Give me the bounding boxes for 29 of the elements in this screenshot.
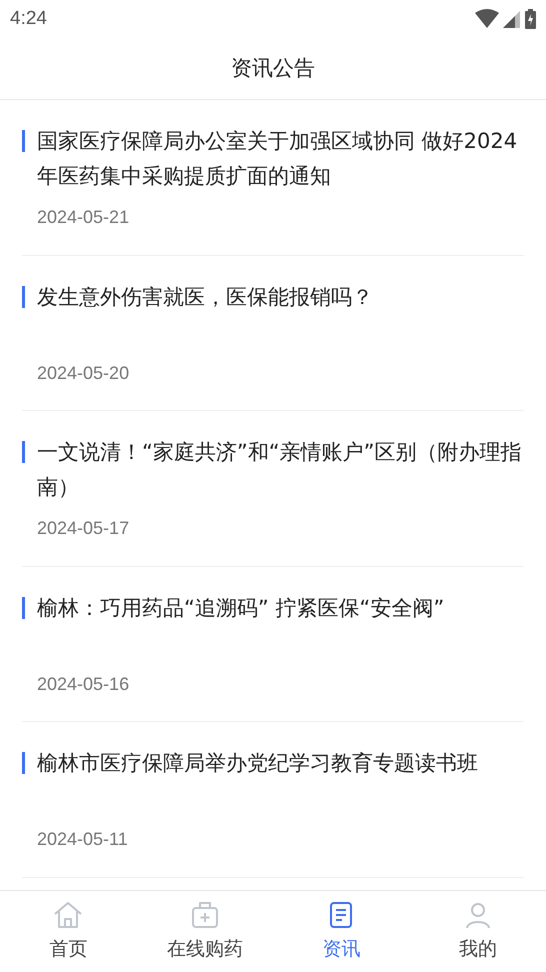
tab[interactable]: 我的 [410,891,546,972]
tab[interactable]: 资讯 [273,891,410,972]
news-title: 一文说清！“家庭共济”和“亲情账户”区别（附办理指南） [37,439,523,501]
accent-bar [22,130,25,152]
accent-bar [22,286,25,308]
news-date: 2024-05-16 [37,672,130,696]
news-title: 榆林市医疗保障局举办党纪学习教育专题读书班 [37,750,478,777]
signal-icon [503,9,521,29]
news-date: 2024-05-21 [37,206,130,229]
status-time: 4:24 [10,6,47,31]
news-item[interactable]: 发生意外伤害就医，医保能报销吗？ 2024-05-20 [22,256,524,411]
wifi-icon [475,9,499,29]
page-title: 资讯公告 [231,54,315,82]
news-date: 2024-05-17 [37,517,130,540]
accent-bar [22,752,25,774]
battery-icon [525,9,536,29]
tab[interactable]: 在线购药 [136,891,273,972]
news-date: 2024-05-20 [37,362,130,384]
news-title: 榆林：巧用药品“追溯码” 拧紧医保“安全阀” [37,594,444,622]
news-date: 2024-05-11 [37,828,129,851]
news-item[interactable]: 一文说清！“家庭共济”和“亲情账户”区别（附办理指南） 2024-05-17 [22,411,524,566]
news-title: 国家医疗保障局办公室关于加强区域协同 做好2024年医药集中采购提质扩面的通知 [37,128,518,190]
tab[interactable]: 首页 [0,891,136,972]
news-title: 发生意外伤害就医，医保能报销吗？ [37,284,373,310]
news-item[interactable]: 榆林：巧用药品“追溯码” 拧紧医保“安全阀” 2024-05-16 [22,566,524,722]
news-item[interactable]: 国家医疗保障局办公室关于加强区域协同 做好2024年医药集中采购提质扩面的通知 2024-05-21 [22,100,524,256]
news-item[interactable]: 榆林市医疗保障局举办党纪学习教育专题读书班 2024-05-11 [22,722,524,878]
accent-bar [22,596,25,618]
accent-bar [22,441,25,463]
